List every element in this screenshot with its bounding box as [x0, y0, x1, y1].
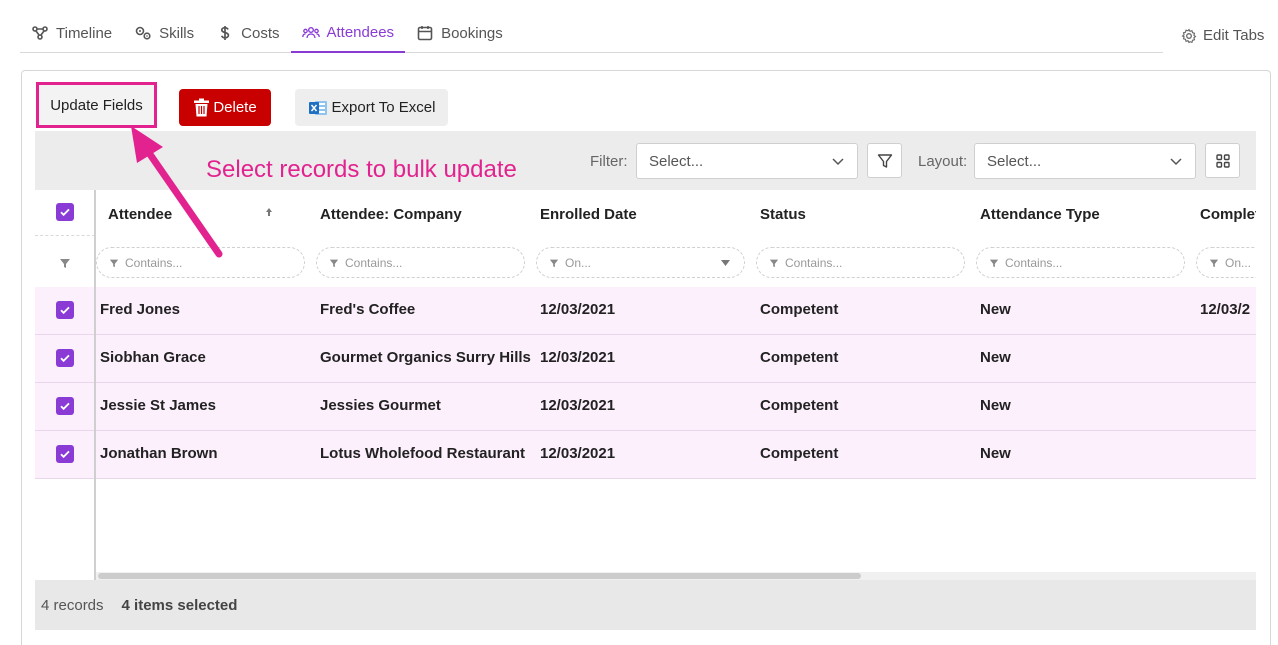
horizontal-scrollbar[interactable] — [96, 572, 1256, 580]
filter-placeholder: Contains... — [125, 255, 183, 270]
cell-enrolled-date[interactable]: 12/03/2021 — [540, 349, 615, 366]
completed-filter-input[interactable]: On... — [1196, 247, 1256, 278]
table-row[interactable]: Jessie St James Jessies Gourmet 12/03/20… — [35, 383, 1256, 431]
delete-label: Delete — [213, 99, 257, 116]
chevron-down-icon — [1170, 158, 1182, 166]
filter-select-value: Select... — [649, 152, 704, 170]
attendees-grid: Attendee Attendee: Company Enrolled Date… — [35, 190, 1256, 580]
filter-placeholder: On... — [1225, 255, 1252, 270]
grid-footer: 4 records 4 items selected — [35, 580, 1256, 630]
filter-icon — [989, 259, 999, 267]
cell-status[interactable]: Competent — [760, 445, 838, 462]
column-header-attendee[interactable]: Attendee — [108, 206, 172, 223]
layout-options-button[interactable] — [1205, 143, 1240, 178]
attendee-filter-input[interactable]: Contains... — [96, 247, 305, 278]
column-header-attendance-type[interactable]: Attendance Type — [980, 206, 1100, 223]
filter-placeholder: Contains... — [1005, 255, 1063, 270]
cell-enrolled-date[interactable]: 12/03/2021 — [540, 397, 615, 414]
filter-icon — [769, 259, 779, 267]
tab-skills[interactable]: Skills — [123, 14, 205, 52]
cell-status[interactable]: Competent — [760, 397, 838, 414]
export-excel-button[interactable]: Export To Excel — [295, 89, 448, 126]
cell-company[interactable]: Lotus Wholefood Restaurant — [320, 445, 525, 462]
cell-completed[interactable]: 12/03/2 — [1200, 301, 1250, 318]
gear-icon — [1181, 28, 1197, 43]
filter-button[interactable] — [867, 143, 902, 178]
layout-label: Layout: — [918, 153, 968, 170]
cell-status[interactable]: Competent — [760, 349, 838, 366]
dollar-icon — [221, 26, 230, 40]
cell-status[interactable]: Competent — [760, 301, 838, 318]
tab-attendees[interactable]: Attendees — [290, 14, 406, 53]
scrollbar-thumb[interactable] — [98, 573, 861, 579]
column-header-status[interactable]: Status — [760, 206, 806, 223]
filter-icon — [329, 259, 339, 267]
attendees-icon — [301, 26, 320, 38]
calendar-icon — [417, 26, 433, 41]
cell-attendee[interactable]: Siobhan Grace — [100, 349, 206, 366]
table-row[interactable]: Jonathan Brown Lotus Wholefood Restauran… — [35, 431, 1256, 479]
cell-attendee[interactable]: Fred Jones — [100, 301, 180, 318]
filter-icon — [549, 259, 559, 267]
cell-attendee[interactable]: Jonathan Brown — [100, 445, 218, 462]
cell-company[interactable]: Jessies Gourmet — [320, 397, 441, 414]
cell-attendance-type[interactable]: New — [980, 445, 1011, 462]
cell-attendance-type[interactable]: New — [980, 301, 1011, 318]
export-label: Export To Excel — [331, 99, 436, 116]
delete-button[interactable]: Delete — [179, 89, 271, 126]
filter-label: Filter: — [590, 153, 628, 170]
sort-ascending-icon[interactable] — [264, 207, 274, 217]
cell-company[interactable]: Fred's Coffee — [320, 301, 415, 318]
cell-enrolled-date[interactable]: 12/03/2021 — [540, 301, 615, 318]
tab-timeline[interactable]: Timeline — [20, 14, 123, 52]
layout-select-value: Select... — [987, 152, 1042, 170]
skills-icon — [135, 26, 151, 40]
enrolled-date-filter-input[interactable]: On... — [536, 247, 745, 278]
tab-bookings[interactable]: Bookings — [405, 14, 514, 52]
tab-label: Timeline — [56, 24, 113, 42]
cell-attendee[interactable]: Jessie St James — [100, 397, 216, 414]
filter-placeholder: Contains... — [785, 255, 843, 270]
excel-icon — [308, 100, 327, 115]
tab-costs[interactable]: Costs — [205, 14, 290, 52]
company-filter-input[interactable]: Contains... — [316, 247, 525, 278]
filter-icon — [1209, 259, 1219, 267]
pinned-column-divider — [35, 190, 96, 580]
filter-placeholder: Contains... — [345, 255, 403, 270]
chevron-down-icon — [832, 158, 844, 166]
cell-company[interactable]: Gourmet Organics Surry Hills — [320, 349, 531, 366]
filter-placeholder: On... — [565, 255, 592, 270]
column-header-enrolled-date[interactable]: Enrolled Date — [540, 206, 637, 223]
timeline-icon — [32, 26, 48, 40]
record-count: 4 records — [41, 596, 104, 614]
update-fields-button[interactable]: Update Fields — [36, 82, 157, 128]
caret-down-icon — [721, 260, 730, 266]
table-row[interactable]: Fred Jones Fred's Coffee 12/03/2021 Comp… — [35, 287, 1256, 335]
cell-attendance-type[interactable]: New — [980, 397, 1011, 414]
annotation-text: Select records to bulk update — [206, 156, 517, 183]
tab-label: Bookings — [441, 24, 503, 42]
tab-label: Skills — [159, 24, 195, 42]
tab-label: Attendees — [326, 24, 395, 41]
table-row[interactable]: Siobhan Grace Gourmet Organics Surry Hil… — [35, 335, 1256, 383]
filter-icon — [109, 259, 119, 267]
tab-label: Costs — [241, 24, 280, 42]
edit-tabs-button[interactable]: Edit Tabs — [1181, 27, 1264, 44]
attendance-type-filter-input[interactable]: Contains... — [976, 247, 1185, 278]
column-header-completed[interactable]: Complet — [1200, 206, 1256, 223]
layout-select[interactable]: Select... — [974, 143, 1196, 179]
status-filter-input[interactable]: Contains... — [756, 247, 965, 278]
funnel-icon — [877, 153, 892, 168]
cell-enrolled-date[interactable]: 12/03/2021 — [540, 445, 615, 462]
selected-count: 4 items selected — [121, 596, 238, 614]
grid-layout-icon — [1215, 153, 1230, 168]
column-header-company[interactable]: Attendee: Company — [320, 206, 462, 223]
edit-tabs-label: Edit Tabs — [1203, 27, 1265, 44]
cell-attendance-type[interactable]: New — [980, 349, 1011, 366]
tab-bar: Timeline Skills Costs Attendees Bookings — [20, 14, 1163, 53]
trash-icon — [194, 98, 210, 117]
filter-select[interactable]: Select... — [636, 143, 858, 179]
update-fields-label: Update Fields — [50, 96, 143, 114]
